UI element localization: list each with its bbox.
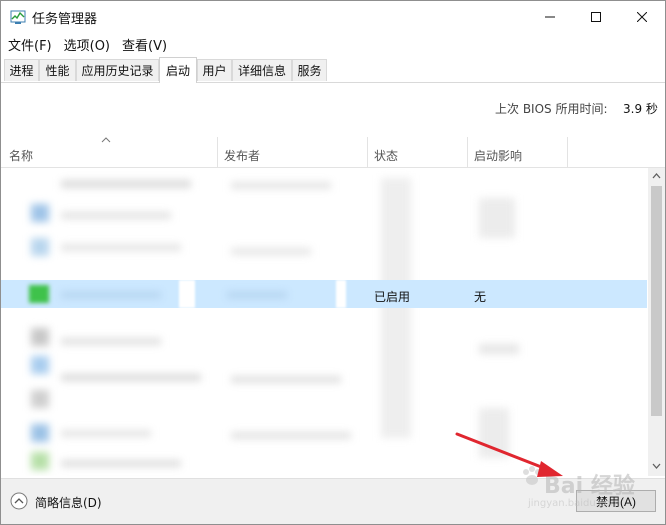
menu-view[interactable]: 查看(V) — [115, 33, 172, 55]
list-item — [61, 212, 171, 219]
menu-file[interactable]: 文件(F) — [1, 33, 57, 55]
app-icon — [29, 285, 49, 303]
menu-options[interactable]: 选项(O) — [57, 33, 115, 55]
chevron-up-circle-icon[interactable] — [10, 492, 28, 510]
table-header: 名称 发布者 状态 启动影响 — [1, 137, 665, 168]
window-title: 任务管理器 — [32, 12, 98, 27]
task-manager-window: 任务管理器 文件(F) 选项(O) 查看(V) 进程 性能 应用历史记录 启动 … — [0, 0, 666, 525]
column-header-status[interactable]: 状态 — [374, 147, 398, 164]
list-item — [61, 338, 161, 345]
list-item — [61, 460, 181, 467]
list-item — [231, 248, 311, 255]
maximize-icon — [591, 12, 601, 22]
tab-users[interactable]: 用户 — [197, 59, 232, 81]
paw-logo-icon — [523, 466, 541, 485]
bios-time-label: 上次 BIOS 所用时间: — [495, 102, 608, 116]
task-manager-icon — [10, 10, 26, 24]
watermark-text: Bai 经验 — [544, 474, 635, 499]
title-bar[interactable]: 任务管理器 — [1, 1, 665, 33]
watermark: Bai 经验 jingyan.baidu.com — [520, 462, 660, 518]
list-item — [231, 376, 341, 383]
list-item — [61, 374, 201, 381]
tab-startup[interactable]: 启动 — [159, 57, 197, 83]
startup-list[interactable]: 已启用 无 — [1, 168, 647, 476]
vertical-scrollbar[interactable] — [648, 168, 665, 476]
list-item — [179, 280, 195, 308]
minimize-button[interactable] — [527, 1, 573, 33]
menu-bar: 文件(F) 选项(O) 查看(V) — [1, 33, 665, 55]
list-item — [381, 178, 411, 438]
app-icon — [31, 390, 49, 408]
selected-row-impact: 无 — [474, 290, 487, 304]
app-icon — [31, 238, 49, 256]
list-item — [479, 408, 509, 458]
list-item — [61, 430, 151, 437]
column-header-startup-impact[interactable]: 启动影响 — [474, 147, 522, 164]
app-icon — [31, 452, 49, 470]
column-divider[interactable] — [467, 137, 468, 167]
tab-services[interactable]: 服务 — [292, 59, 327, 81]
column-header-publisher[interactable]: 发布者 — [224, 147, 260, 164]
watermark-url: jingyan.baidu.com — [528, 498, 621, 509]
column-divider[interactable] — [367, 137, 368, 167]
bios-time-value: 3.9 秒 — [623, 102, 658, 116]
list-item — [61, 292, 161, 298]
list-item — [479, 198, 515, 238]
list-item — [61, 180, 191, 188]
tab-app-history[interactable]: 应用历史记录 — [76, 59, 159, 81]
app-icon — [31, 328, 49, 346]
column-divider[interactable] — [567, 137, 568, 167]
app-icon — [31, 424, 49, 442]
tab-details[interactable]: 详细信息 — [232, 59, 292, 81]
list-item — [336, 280, 346, 308]
tab-bar: 进程 性能 应用历史记录 启动 用户 详细信息 服务 — [1, 57, 665, 83]
close-icon — [637, 12, 647, 22]
list-item — [61, 244, 181, 251]
scroll-up-icon[interactable] — [652, 172, 661, 180]
fewer-details-link[interactable]: 简略信息(D) — [35, 494, 102, 511]
column-divider[interactable] — [217, 137, 218, 167]
list-item — [231, 182, 331, 189]
scrollbar-thumb[interactable] — [651, 186, 662, 416]
list-item — [231, 432, 351, 439]
list-item — [479, 344, 519, 354]
selected-row-status: 已启用 — [374, 290, 411, 304]
list-item — [227, 292, 287, 298]
tab-processes[interactable]: 进程 — [4, 59, 39, 81]
tab-performance[interactable]: 性能 — [39, 59, 76, 81]
maximize-button[interactable] — [573, 1, 619, 33]
close-button[interactable] — [619, 1, 665, 33]
app-icon — [31, 204, 49, 222]
minimize-icon — [545, 16, 555, 18]
app-icon — [31, 356, 49, 374]
column-header-name[interactable]: 名称 — [9, 147, 33, 164]
